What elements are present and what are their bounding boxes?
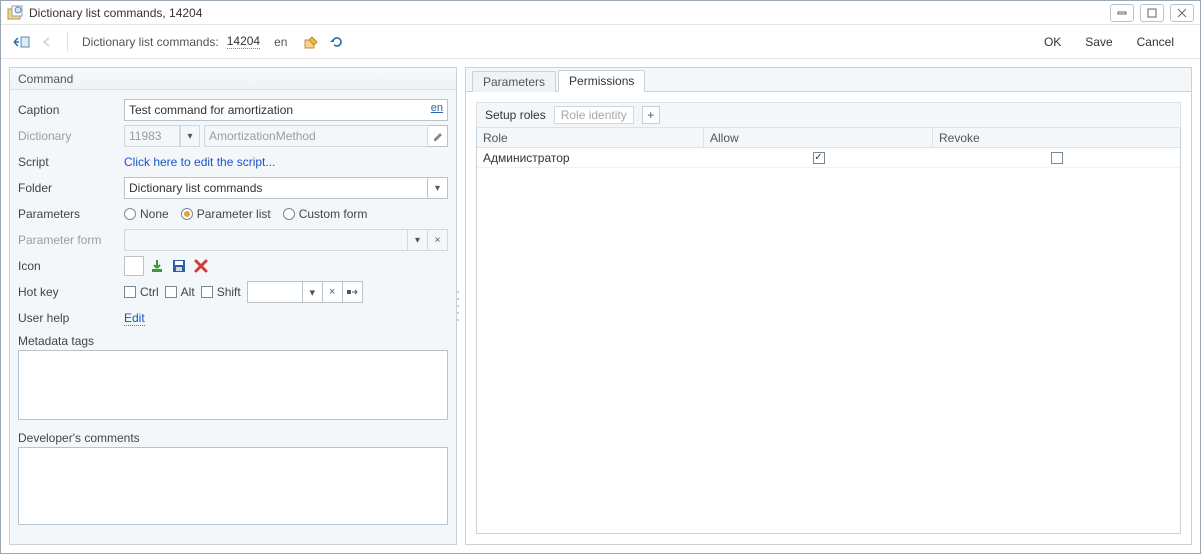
role-identity-input[interactable]: Role identity [554, 106, 634, 124]
col-allow[interactable]: Allow [704, 128, 933, 147]
folder-label: Folder [18, 181, 124, 195]
hotkey-clear[interactable]: × [323, 281, 343, 303]
tab-parameters[interactable]: Parameters [472, 71, 556, 92]
script-label: Script [18, 155, 124, 169]
devcomments-textarea[interactable] [18, 447, 448, 525]
edit-icon[interactable] [301, 32, 321, 52]
radio-none[interactable]: None [124, 207, 169, 221]
roles-toolbar: Setup roles Role identity + [476, 102, 1181, 128]
save-icon-icon[interactable] [170, 257, 188, 275]
allow-cell[interactable] [704, 152, 933, 164]
folder-dropdown-button[interactable]: ▾ [428, 177, 448, 199]
devcomments-label: Developer's comments [18, 431, 448, 445]
hotkey-alt-check[interactable]: Alt [165, 285, 195, 299]
cancel-button[interactable]: Cancel [1137, 35, 1174, 49]
window-title: Dictionary list commands, 14204 [29, 6, 202, 20]
dictionary-name-input: AmortizationMethod [204, 125, 428, 147]
hotkey-ctrl-check[interactable]: Ctrl [124, 285, 159, 299]
refresh-icon[interactable] [327, 32, 347, 52]
parameter-form-dropdown: ▾ [408, 229, 428, 251]
allow-checkbox[interactable] [813, 152, 825, 164]
hotkey-key-input[interactable] [247, 281, 303, 303]
script-link[interactable]: Click here to edit the script... [124, 155, 275, 169]
dictionary-label: Dictionary [18, 129, 124, 143]
folder-input[interactable]: Dictionary list commands [124, 177, 428, 199]
parameters-radios: None Parameter list Custom form [124, 207, 367, 221]
parameter-form-label: Parameter form [18, 233, 124, 247]
metadata-textarea[interactable] [18, 350, 448, 420]
dictionary-id-dropdown: ▾ [180, 125, 200, 147]
setup-roles-label: Setup roles [485, 108, 546, 122]
caption-input[interactable]: Test command for amortization en [124, 99, 448, 121]
parameter-form-input [124, 229, 408, 251]
delete-icon-icon[interactable] [192, 257, 210, 275]
revoke-cell[interactable] [933, 152, 1180, 164]
caption-label: Caption [18, 103, 124, 117]
back-new-icon[interactable] [11, 32, 31, 52]
metadata-label: Metadata tags [18, 334, 448, 348]
tabs: Parameters Permissions [466, 68, 1191, 92]
icon-label: Icon [18, 259, 124, 273]
hotkey-dropdown[interactable]: ▾ [303, 281, 323, 303]
hotkey-shift-check[interactable]: Shift [201, 285, 241, 299]
close-button[interactable] [1170, 4, 1194, 22]
breadcrumb-id[interactable]: 14204 [227, 34, 260, 49]
command-panel: Command Caption Test command for amortiz… [9, 67, 457, 545]
breadcrumb-lang: en [274, 35, 287, 49]
userhelp-link[interactable]: Edit [124, 311, 145, 326]
col-revoke[interactable]: Revoke [933, 128, 1180, 147]
toolbar: Dictionary list commands: 14204 en OK Sa… [1, 25, 1200, 59]
role-cell: Администратор [477, 151, 704, 165]
hotkey-label: Hot key [18, 285, 124, 299]
save-button[interactable]: Save [1085, 35, 1112, 49]
app-icon [7, 5, 23, 21]
titlebar: Dictionary list commands, 14204 [1, 1, 1200, 25]
right-panel: Parameters Permissions Setup roles Role … [465, 67, 1192, 545]
breadcrumb-label: Dictionary list commands: [82, 35, 219, 49]
import-icon[interactable] [148, 257, 166, 275]
dictionary-id-input: 11983 [124, 125, 180, 147]
add-role-button[interactable]: + [642, 106, 660, 124]
tab-permissions[interactable]: Permissions [558, 70, 645, 92]
ok-button[interactable]: OK [1044, 35, 1061, 49]
radio-param-list[interactable]: Parameter list [181, 207, 271, 221]
parameter-form-clear: × [428, 229, 448, 251]
userhelp-label: User help [18, 311, 124, 325]
splitter-handle[interactable] [455, 291, 461, 321]
nav-back-icon[interactable] [37, 32, 57, 52]
minimize-button[interactable] [1110, 4, 1134, 22]
window: Dictionary list commands, 14204 Dictiona… [0, 0, 1201, 554]
maximize-button[interactable] [1140, 4, 1164, 22]
parameters-label: Parameters [18, 207, 124, 221]
hotkey-capture[interactable] [343, 281, 363, 303]
col-role[interactable]: Role [477, 128, 704, 147]
icon-preview [124, 256, 144, 276]
dictionary-edit-button[interactable] [428, 125, 448, 147]
group-title: Command [10, 68, 456, 90]
revoke-checkbox[interactable] [1051, 152, 1063, 164]
caption-lang-chip[interactable]: en [431, 102, 443, 114]
roles-grid: Role Allow Revoke Администратор [476, 128, 1181, 534]
caption-value: Test command for amortization [129, 103, 293, 117]
radio-custom-form[interactable]: Custom form [283, 207, 368, 221]
table-row[interactable]: Администратор [477, 148, 1180, 168]
